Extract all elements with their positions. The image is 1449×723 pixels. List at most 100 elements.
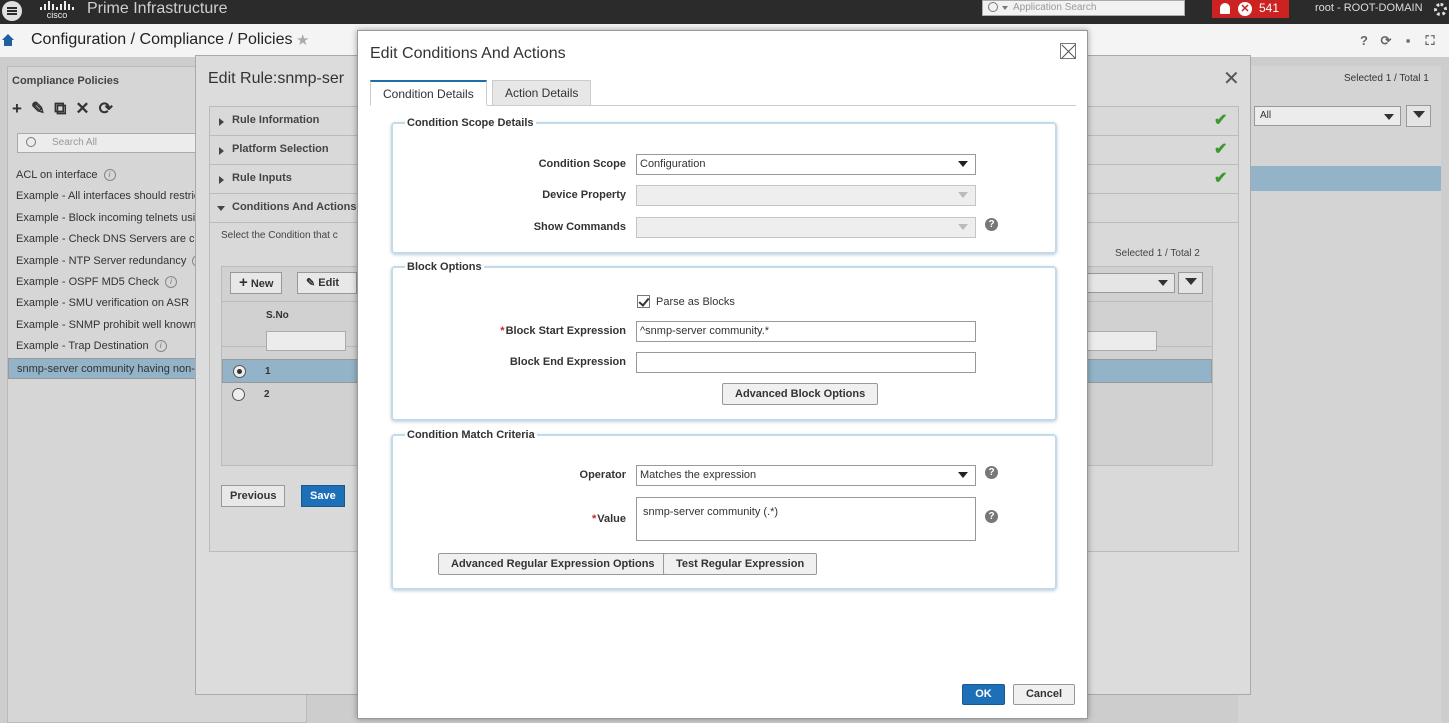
condition-scope-label: Condition Scope [538, 158, 626, 170]
checkmark-icon: ✔ [1214, 112, 1228, 129]
dialog-tabs: Condition Details Action Details [370, 80, 1076, 106]
refresh-icon[interactable]: ⟳ [99, 99, 113, 119]
device-property-select[interactable] [636, 185, 976, 206]
show-commands-label: Show Commands [533, 221, 626, 233]
show-filter-select[interactable]: All [1254, 106, 1401, 126]
policy-name: Example - Block incoming telnets usin [16, 211, 202, 224]
tab-condition-details[interactable]: Condition Details [370, 80, 487, 106]
previous-button[interactable]: Previous [221, 485, 286, 507]
application-search-input[interactable]: Application Search [982, 0, 1185, 16]
device-property-label: Device Property [542, 189, 626, 201]
value-label-text: Value [597, 513, 626, 525]
operator-select[interactable]: Matches the expression [636, 465, 976, 486]
ok-button[interactable]: OK [962, 684, 1005, 705]
list-item[interactable]: snmp-server community having non-s [8, 357, 202, 379]
column-filter-input[interactable] [1077, 331, 1157, 351]
star-icon[interactable]: ★ [296, 31, 309, 49]
edit-condition-button[interactable]: ✎ Edit [297, 272, 357, 294]
selection-count: Selected 1 / Total 2 [1115, 248, 1200, 259]
user-domain[interactable]: root - ROOT-DOMAIN [1315, 2, 1423, 14]
home-icon[interactable] [2, 34, 14, 46]
refresh-icon[interactable]: ⟳ [1379, 34, 1393, 48]
table-row[interactable] [1238, 166, 1441, 191]
menu-icon[interactable] [2, 1, 22, 21]
block-end-input[interactable] [636, 352, 976, 373]
close-icon[interactable] [1060, 43, 1076, 59]
advanced-block-options-button[interactable]: Advanced Block Options [722, 383, 879, 405]
edit-icon: ✎ [306, 277, 316, 289]
question-icon[interactable]: ? [985, 510, 998, 523]
policy-table-background: Selected 1 / Total 1 All [1238, 66, 1441, 723]
info-icon[interactable]: i [103, 169, 116, 182]
panel-title: Compliance Policies [12, 75, 119, 87]
condition-scope-value: Configuration [640, 158, 706, 170]
search-placeholder: Search All [52, 137, 98, 148]
expand-icon[interactable]: ⛶ [1423, 34, 1437, 48]
section-label: Conditions And Actions [232, 201, 357, 213]
search-icon [26, 137, 36, 147]
condition-scope-select[interactable]: Configuration [636, 154, 976, 175]
operator-value: Matches the expression [640, 469, 757, 481]
message-icon[interactable]: ▪ [1401, 34, 1415, 48]
chevron-down-icon [958, 161, 968, 167]
gear-icon[interactable] [1434, 3, 1447, 16]
show-filter-value: All [1260, 110, 1272, 121]
save-button[interactable]: Save [301, 485, 345, 507]
info-icon[interactable]: i [154, 340, 167, 353]
critical-alarm-icon: ✕ [1238, 2, 1252, 16]
edit-rule-title: Edit Rule:snmp-ser [208, 70, 345, 87]
filter-button[interactable] [1406, 105, 1431, 127]
alarm-badge[interactable]: ✕ 541 [1212, 0, 1289, 18]
delete-icon[interactable]: ✕ [75, 99, 89, 119]
question-icon[interactable]: ? [985, 466, 998, 479]
edit-label: Edit [318, 277, 340, 289]
test-regex-button[interactable]: Test Regular Expression [663, 553, 818, 575]
section-label: Platform Selection [232, 143, 329, 155]
new-condition-button[interactable]: + New [230, 272, 283, 294]
value-label: *Value [591, 513, 626, 525]
row-sno: 1 [265, 366, 271, 377]
policy-name: Example - SMU verification on ASR [16, 297, 190, 310]
policy-name: Example - OSPF MD5 Check [16, 275, 160, 288]
bell-icon [1220, 3, 1230, 14]
edit-conditions-dialog: Edit Conditions And Actions Condition De… [357, 30, 1088, 719]
block-start-input[interactable]: ^snmp-server community.* [636, 321, 976, 342]
chevron-down-icon [1158, 280, 1168, 286]
parse-as-blocks-checkbox[interactable] [637, 295, 650, 308]
filter-icon [1185, 278, 1197, 285]
help-icon[interactable]: ? [1357, 34, 1371, 48]
section-label: Rule Information [232, 114, 320, 126]
product-name: Prime Infrastructure [87, 0, 228, 17]
policy-name: snmp-server community having non-s [17, 362, 201, 375]
sno-filter-input[interactable] [266, 331, 346, 351]
row-radio[interactable] [232, 388, 245, 401]
tab-action-details[interactable]: Action Details [492, 80, 592, 106]
dialog-title: Edit Conditions And Actions [370, 45, 566, 62]
cisco-logo-text: cisco [46, 10, 68, 20]
selection-count: Selected 1 / Total 1 [1344, 73, 1429, 84]
filter-button[interactable] [1178, 272, 1203, 294]
add-icon[interactable]: + [12, 99, 22, 119]
value-textarea[interactable]: snmp-server community (.*) [636, 497, 976, 541]
advanced-regex-options-button[interactable]: Advanced Regular Expression Options [438, 553, 668, 575]
question-icon[interactable]: ? [985, 218, 998, 231]
group-legend: Condition Scope Details [407, 117, 534, 129]
search-input[interactable]: Search All [17, 133, 217, 153]
condition-match-group: Condition Match Criteria Operator Matche… [391, 429, 1057, 590]
row-radio[interactable] [233, 365, 246, 378]
chevron-down-icon [1384, 114, 1394, 120]
edit-icon[interactable]: ✎ [31, 99, 45, 119]
policy-name: Example - SNMP prohibit well known c [16, 318, 205, 331]
application-search-placeholder: Application Search [1013, 2, 1097, 13]
close-icon[interactable]: ✕ [1223, 66, 1240, 91]
show-commands-select[interactable] [636, 217, 976, 238]
filter-icon [1413, 111, 1425, 118]
cisco-logo: cisco [38, 0, 76, 22]
info-icon[interactable]: i [165, 276, 178, 289]
chevron-down-icon[interactable] [1002, 6, 1008, 10]
copy-icon[interactable]: ⧉ [54, 99, 66, 119]
cancel-button[interactable]: Cancel [1013, 684, 1075, 705]
policy-name: ACL on interface [16, 169, 98, 181]
chevron-down-icon [958, 224, 968, 230]
group-legend: Condition Match Criteria [407, 429, 535, 441]
